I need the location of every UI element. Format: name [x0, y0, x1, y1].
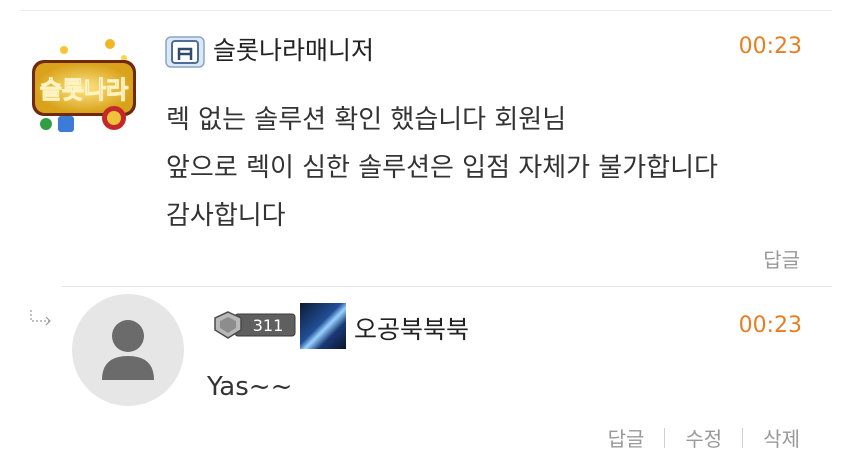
slotnara-logo-avatar[interactable]: 슬롯나라 — [26, 34, 144, 138]
action-divider — [664, 427, 666, 448]
action-divider — [742, 427, 744, 448]
reply-author[interactable]: 오공북북북 — [354, 310, 469, 346]
user-silhouette-icon — [102, 320, 154, 380]
comment-body: 렉 없는 솔루션 확인 했습니다 회원님 앞으로 렉이 심한 솔루션은 입점 자… — [166, 96, 718, 240]
delete-button[interactable]: 삭제 — [763, 423, 800, 452]
reply-button[interactable]: 답글 — [763, 244, 800, 273]
rank-level: 311 — [253, 316, 284, 335]
reply-button[interactable]: 답글 — [608, 423, 645, 452]
reply-time: 00:23 — [738, 313, 802, 338]
default-avatar[interactable] — [72, 294, 184, 406]
reply-actions: 답글 수정 삭제 — [608, 423, 800, 452]
reply-arrow-icon — [28, 308, 54, 332]
logo-text: 슬롯나라 — [40, 76, 128, 104]
character-thumbnail — [300, 303, 346, 349]
edit-button[interactable]: 수정 — [685, 423, 722, 452]
comment-author[interactable]: 슬롯나라매니저 — [213, 31, 374, 67]
comment-line: 렉 없는 솔루션 확인 했습니다 회원님 — [166, 105, 567, 135]
top-divider — [20, 10, 832, 11]
rank-badge: 311 — [213, 310, 297, 340]
comment-time: 00:23 — [738, 34, 802, 59]
manager-badge-icon — [165, 36, 205, 68]
comment-line: 감사합니다 — [166, 201, 286, 231]
comment-divider — [62, 286, 832, 287]
reply-body: Yas~~ — [207, 372, 293, 402]
comment-line: 앞으로 렉이 심한 솔루션은 입점 자체가 불가합니다 — [166, 153, 718, 183]
